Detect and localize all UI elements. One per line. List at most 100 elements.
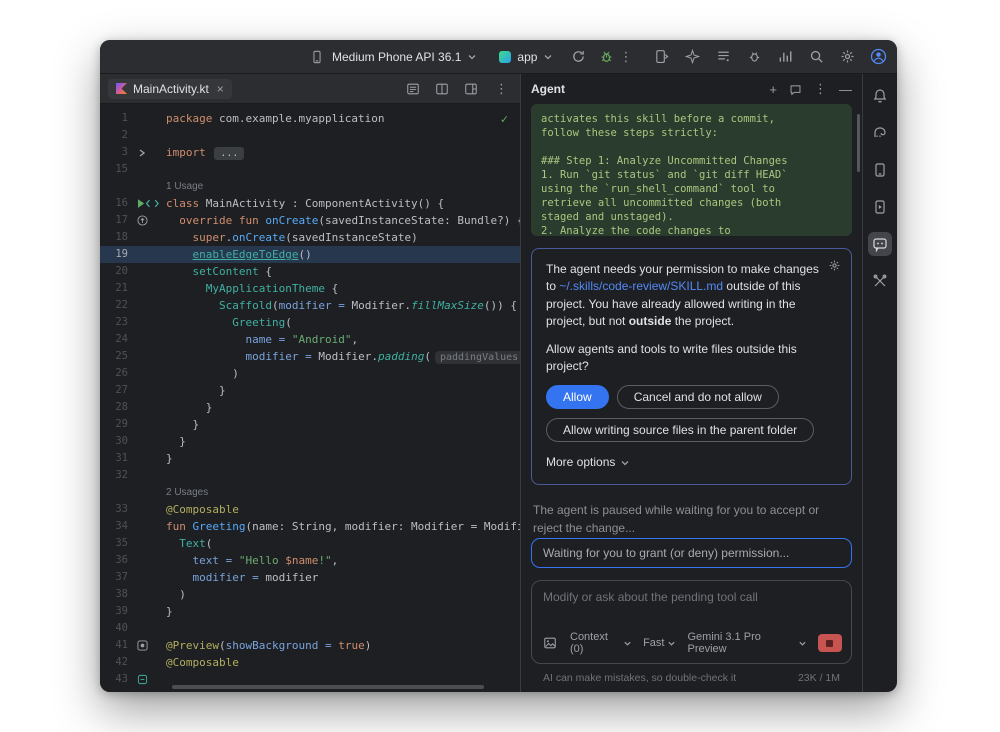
chevron-down-icon	[543, 52, 553, 62]
line-number[interactable]: 29	[100, 416, 134, 433]
device-manager-icon[interactable]	[868, 158, 892, 182]
code-text: @Preview(showBackground = true)	[160, 637, 371, 654]
skill-file-link[interactable]: ~/.skills/code-review/SKILL.md	[559, 279, 723, 293]
line-number[interactable]: 22	[100, 297, 134, 314]
line-number[interactable]: 36	[100, 552, 134, 569]
permission-settings-icon[interactable]	[828, 259, 841, 272]
fold-gutter-icon[interactable]	[134, 148, 160, 158]
override-gutter-icon[interactable]	[134, 215, 160, 226]
code-text: name = "Android",	[160, 331, 358, 348]
preview-gutter-icon[interactable]	[134, 640, 160, 651]
line-number[interactable]: 32	[100, 467, 134, 484]
more-options-button[interactable]: More options	[546, 454, 837, 471]
agent-scrollbar[interactable]	[857, 114, 860, 172]
line-number[interactable]: 3	[100, 144, 134, 161]
cancel-button[interactable]: Cancel and do not allow	[617, 385, 779, 409]
code-text: }	[160, 399, 212, 416]
line-number[interactable]: 21	[100, 280, 134, 297]
line-number[interactable]: 23	[100, 314, 134, 331]
line-number[interactable]: 34	[100, 518, 134, 535]
agent-tool-icon[interactable]	[868, 232, 892, 256]
code-editor[interactable]: 1package com.example.myapplication23impo…	[100, 104, 520, 692]
tab-title: MainActivity.kt	[133, 82, 209, 96]
model-dropdown[interactable]: Gemini 3.1 Pro Preview	[687, 631, 806, 655]
horizontal-scrollbar[interactable]	[172, 685, 484, 689]
notifications-bell-icon[interactable]	[868, 84, 892, 108]
context-dropdown[interactable]: Context (0)	[570, 631, 632, 655]
permission-text: The agent needs your permission to make …	[546, 261, 837, 331]
new-chat-icon[interactable]: +	[769, 82, 777, 97]
line-number[interactable]: 20	[100, 263, 134, 280]
run-gutter-icon[interactable]	[134, 198, 160, 209]
line-number[interactable]: 17	[100, 212, 134, 229]
split-editor-icon[interactable]	[433, 80, 451, 98]
line-number[interactable]: 15	[100, 161, 134, 178]
line-number[interactable]: 28	[100, 399, 134, 416]
line-number[interactable]: 1	[100, 110, 134, 127]
settings-gear-icon[interactable]	[838, 48, 856, 66]
chat-input-box[interactable]: Modify or ask about the pending tool cal…	[531, 580, 852, 664]
code-row: 16class MainActivity : ComponentActivity…	[100, 195, 520, 212]
skill-block: activates this skill before a commit,fol…	[531, 104, 852, 236]
gradle-icon[interactable]	[868, 121, 892, 145]
bug-report-icon[interactable]	[745, 48, 763, 66]
rerun-icon[interactable]	[569, 48, 587, 66]
preview-layout-icon[interactable]	[462, 80, 480, 98]
line-number[interactable]: 19	[100, 246, 134, 263]
allow-parent-folder-button[interactable]: Allow writing source files in the parent…	[546, 418, 814, 442]
profiler-icon[interactable]	[776, 48, 794, 66]
usage-annotation: 2 Usages	[160, 484, 208, 501]
line-number[interactable]: 43	[100, 671, 134, 688]
device-selector[interactable]: Medium Phone API 36.1	[302, 45, 483, 69]
logcat-icon[interactable]	[714, 48, 732, 66]
toolbar-right-group	[652, 48, 887, 66]
chat-input-placeholder[interactable]: Modify or ask about the pending tool cal…	[532, 581, 851, 623]
chat-history-icon[interactable]	[789, 83, 802, 96]
line-number[interactable]: 18	[100, 229, 134, 246]
minimize-panel-icon[interactable]: —	[839, 82, 852, 97]
tabbar-more-icon[interactable]: ⋮	[491, 81, 512, 97]
running-devices-icon[interactable]	[868, 195, 892, 219]
allow-button[interactable]: Allow	[546, 385, 609, 409]
line-number[interactable]: 37	[100, 569, 134, 586]
speed-dropdown[interactable]: Fast	[643, 637, 676, 649]
compose-gutter-icon[interactable]	[134, 674, 160, 685]
line-number[interactable]: 42	[100, 654, 134, 671]
tab-close-icon[interactable]: ×	[215, 83, 224, 95]
line-number[interactable]: 30	[100, 433, 134, 450]
line-number[interactable]: 2	[100, 127, 134, 144]
line-number[interactable]: 38	[100, 586, 134, 603]
tab-mainactivity[interactable]: MainActivity.kt ×	[108, 79, 232, 99]
build-tools-icon[interactable]	[868, 269, 892, 293]
device-streaming-icon[interactable]	[652, 48, 670, 66]
line-number[interactable]: 40	[100, 620, 134, 637]
agent-footer: AI can make mistakes, so double-check it…	[531, 670, 852, 692]
line-number[interactable]: 39	[100, 603, 134, 620]
permission-buttons: Allow Cancel and do not allow	[546, 385, 837, 409]
code-row: 39}	[100, 603, 520, 620]
line-number[interactable]: 16	[100, 195, 134, 212]
line-number[interactable]: 27	[100, 382, 134, 399]
run-more-icon[interactable]: ⋮	[615, 49, 636, 65]
user-avatar[interactable]	[869, 48, 887, 66]
line-number[interactable]: 41	[100, 637, 134, 654]
search-icon[interactable]	[807, 48, 825, 66]
code-text: super.onCreate(savedInstanceState)	[160, 229, 418, 246]
inspection-ok-icon[interactable]: ✓	[501, 112, 508, 126]
attach-image-icon[interactable]	[541, 634, 559, 652]
stop-button[interactable]	[818, 634, 842, 652]
agent-more-icon[interactable]: ⋮	[814, 81, 827, 97]
reader-mode-icon[interactable]	[404, 80, 422, 98]
line-number[interactable]: 24	[100, 331, 134, 348]
debug-icon[interactable]	[597, 48, 615, 66]
line-number[interactable]: 35	[100, 535, 134, 552]
run-config-selector[interactable]: app	[493, 47, 559, 67]
line-number[interactable]: 33	[100, 501, 134, 518]
ai-assist-icon[interactable]	[683, 48, 701, 66]
code-text: text = "Hello $name!",	[160, 552, 338, 569]
line-number[interactable]: 26	[100, 365, 134, 382]
agent-panel-header: Agent + ⋮ —	[521, 74, 862, 104]
code-text: }	[160, 433, 186, 450]
line-number[interactable]: 31	[100, 450, 134, 467]
line-number[interactable]: 25	[100, 348, 134, 365]
